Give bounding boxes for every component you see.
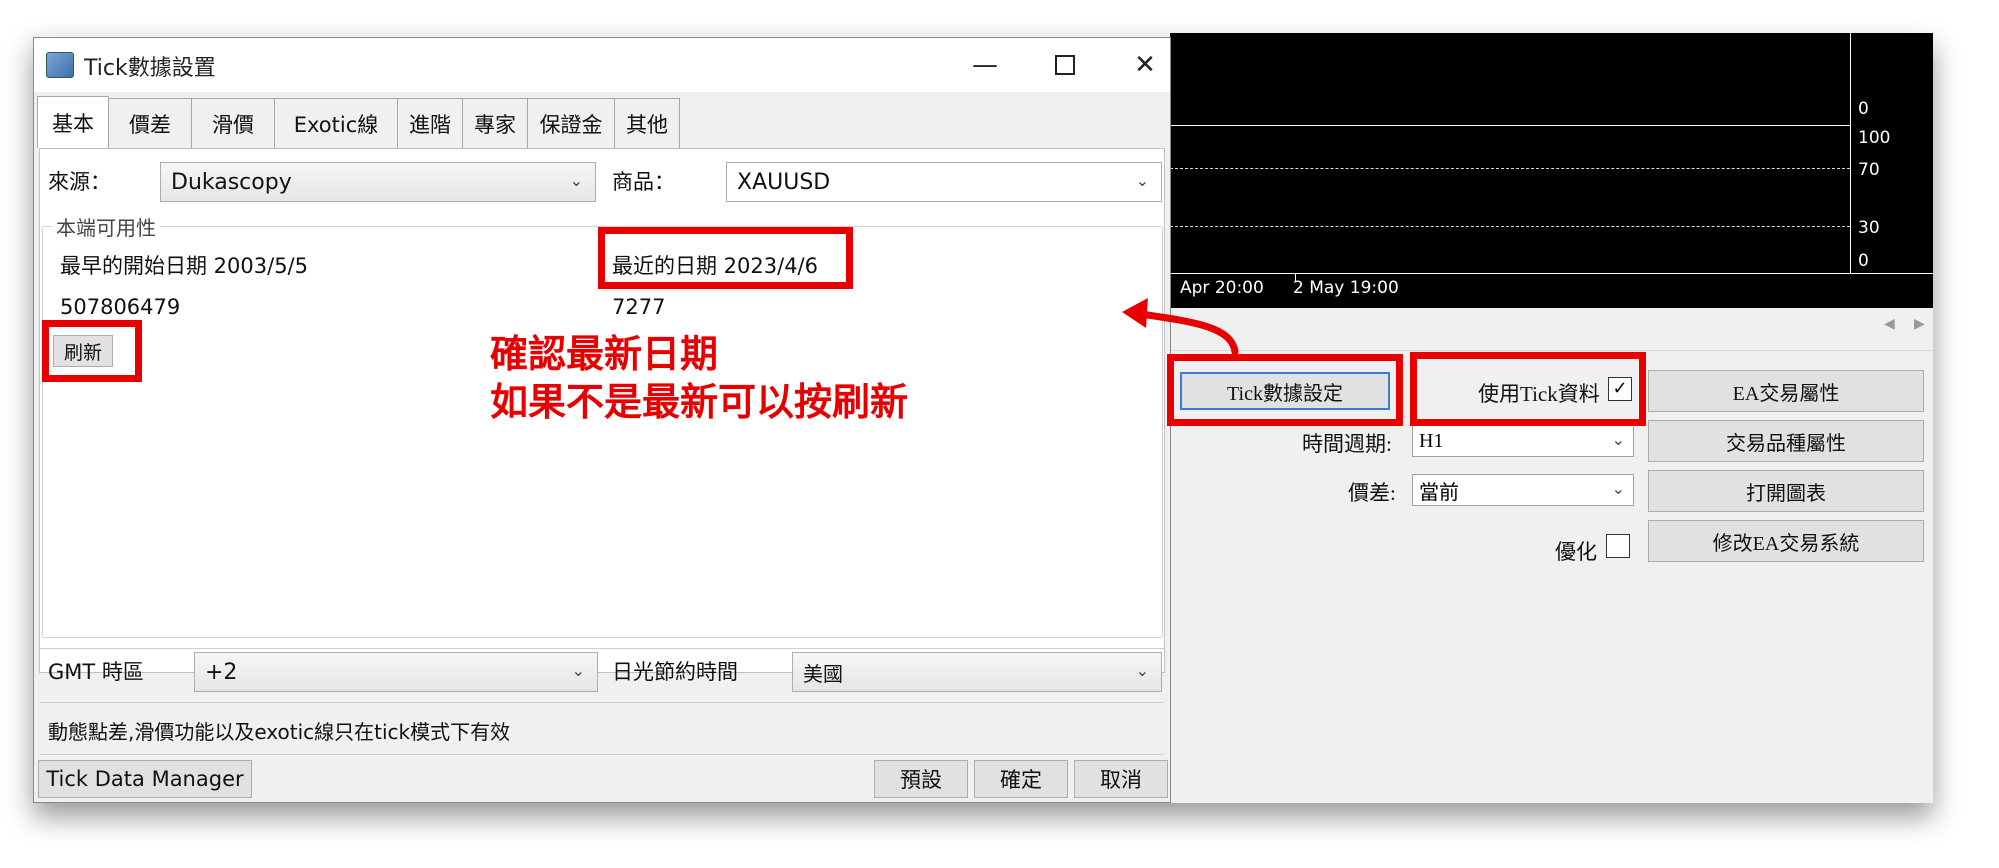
default-button[interactable]: 預設: [874, 760, 968, 798]
tab-slippage[interactable]: 滑價: [191, 98, 275, 148]
source-select[interactable]: Dukascopy ⌄: [160, 162, 596, 202]
tab-advanced[interactable]: 進階: [397, 98, 463, 148]
axis-label-y: 70: [1858, 160, 1880, 180]
app-icon: [46, 52, 74, 78]
symbol-select[interactable]: XAUUSD ⌄: [726, 162, 1162, 202]
divider: [40, 702, 1164, 703]
spread-select[interactable]: 當前 ⌄: [1412, 474, 1634, 506]
tab-spread[interactable]: 價差: [108, 98, 192, 148]
symbol-properties-button[interactable]: 交易品種屬性: [1648, 420, 1924, 462]
maximize-icon[interactable]: [1025, 38, 1105, 92]
divider: [40, 754, 1164, 755]
dialog-title: Tick數據設置: [84, 56, 216, 81]
cancel-button[interactable]: 取消: [1074, 760, 1168, 798]
tab-other[interactable]: 其他: [614, 98, 680, 148]
annotation-line: 確認最新日期: [490, 332, 719, 376]
dialog-titlebar[interactable]: Tick數據設置 — ✕: [34, 38, 1170, 92]
gmt-label: GMT 時區: [48, 660, 144, 684]
period-label: 時間週期:: [1302, 432, 1392, 456]
highlight-tick-settings: [1167, 354, 1403, 426]
highlight-use-tick: [1410, 352, 1646, 426]
axis-label-y: 0: [1858, 99, 1869, 119]
highlight-latest-date: [598, 227, 853, 289]
period-select[interactable]: H1 ⌄: [1412, 425, 1634, 457]
tick-data-manager-button[interactable]: Tick Data Manager: [38, 760, 252, 798]
dst-select[interactable]: 美國 ⌄: [792, 652, 1162, 692]
ea-properties-button[interactable]: EA交易屬性: [1648, 370, 1924, 412]
chevron-down-icon: ⌄: [1135, 171, 1149, 190]
annotation-text: 確認最新日期 如果不是最新可以按刷新: [490, 330, 908, 426]
annotation-line: 如果不是最新可以按刷新: [490, 380, 909, 424]
symbol-label: 商品：: [612, 170, 675, 194]
dst-label: 日光節約時間: [612, 660, 738, 684]
ok-button[interactable]: 確定: [974, 760, 1068, 798]
optimize-checkbox[interactable]: [1606, 534, 1630, 558]
open-chart-button[interactable]: 打開圖表: [1648, 470, 1924, 512]
tab-margin[interactable]: 保證金: [527, 98, 615, 148]
chevron-down-icon: ⌄: [569, 171, 583, 190]
axis-label-y: 0: [1858, 251, 1869, 271]
axis-label-y: 100: [1858, 128, 1891, 148]
scroll-right-icon[interactable]: ▶: [1914, 316, 1925, 332]
axis-label-y: 30: [1858, 218, 1880, 238]
optimize-label: 優化: [1555, 540, 1597, 564]
chevron-down-icon: ⌄: [571, 661, 585, 680]
annotation-arrow-icon: [1122, 298, 1239, 356]
chart-scrollbar[interactable]: ◀ ▶: [1170, 308, 1933, 351]
tab-expert[interactable]: 專家: [462, 98, 528, 148]
close-icon[interactable]: ✕: [1105, 38, 1185, 92]
axis-label-x: 2 May 19:00: [1293, 278, 1399, 298]
gmt-select[interactable]: +2 ⌄: [194, 652, 598, 692]
divider: [40, 648, 1164, 649]
tab-basic[interactable]: 基本: [37, 96, 109, 148]
tab-exotic[interactable]: Exotic線: [274, 98, 398, 148]
chevron-down-icon: ⌄: [1611, 432, 1625, 449]
scroll-left-icon[interactable]: ◀: [1884, 316, 1895, 332]
chevron-down-icon: ⌄: [1135, 661, 1149, 680]
earliest-count: 507806479: [60, 295, 181, 319]
price-chart: 0 100 70 30 0 Apr 20:00 2 May 19:00: [1170, 33, 1933, 308]
spread-label: 價差:: [1348, 481, 1396, 505]
source-label: 來源：: [48, 170, 111, 194]
chevron-down-icon: ⌄: [1611, 481, 1625, 498]
mode-note: 動態點差,滑價功能以及exotic線只在tick模式下有效: [48, 720, 511, 744]
earliest-date-label: 最早的開始日期 2003/5/5: [60, 254, 308, 278]
modify-ea-button[interactable]: 修改EA交易系統: [1648, 520, 1924, 562]
group-title: 本端可用性: [52, 212, 160, 241]
highlight-refresh: [42, 320, 142, 382]
minimize-icon[interactable]: —: [945, 38, 1025, 92]
latest-count: 7277: [612, 295, 666, 319]
